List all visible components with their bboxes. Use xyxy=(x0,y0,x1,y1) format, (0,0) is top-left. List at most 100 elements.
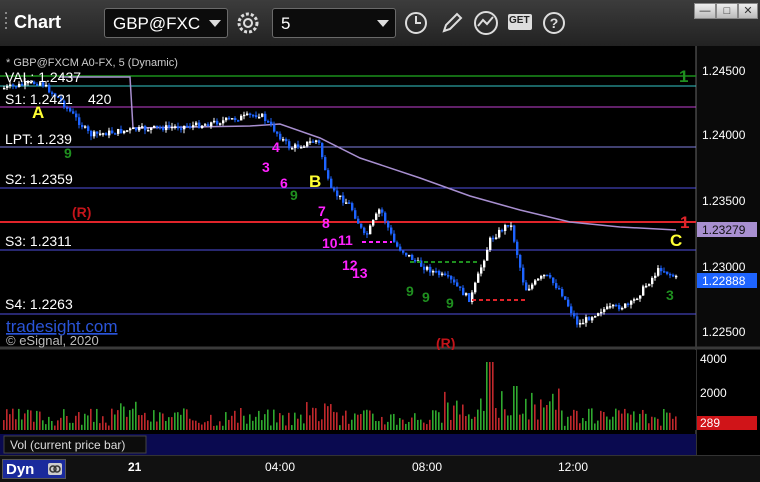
candle-body xyxy=(609,306,612,308)
volume-bar xyxy=(318,421,320,430)
candle-body xyxy=(99,133,102,135)
candle-body xyxy=(144,126,147,131)
volume-bar xyxy=(231,415,233,430)
volume-bar xyxy=(576,410,578,430)
volume-bar xyxy=(579,423,581,430)
volume-bar xyxy=(393,413,395,430)
volume-bar xyxy=(222,425,224,430)
candle-body xyxy=(210,122,213,127)
candle-body xyxy=(228,117,231,120)
candle-body xyxy=(630,300,633,305)
candle-body xyxy=(507,224,510,227)
candle-body xyxy=(111,130,114,134)
candle-body xyxy=(642,286,645,296)
grip-handle-icon[interactable] xyxy=(4,10,10,34)
candle-body xyxy=(519,254,522,268)
clock-icon[interactable] xyxy=(402,10,430,36)
candle-body xyxy=(456,282,459,287)
chevron-down-icon xyxy=(209,20,221,27)
candle-body xyxy=(636,298,639,301)
candle-body xyxy=(408,254,411,257)
volume-bar xyxy=(456,400,458,430)
minimize-icon[interactable]: — xyxy=(694,3,716,19)
candle-body xyxy=(615,304,618,307)
marker-c: C xyxy=(670,231,682,250)
candle-body xyxy=(516,241,519,255)
volume-bar xyxy=(513,386,515,430)
candle-body xyxy=(96,131,99,134)
volume-bar xyxy=(195,420,197,430)
volume-bar xyxy=(669,412,671,430)
candle-body xyxy=(585,317,588,323)
volume-bar xyxy=(24,413,26,430)
candle-body xyxy=(579,323,582,325)
candle-body xyxy=(582,322,585,325)
candle-body xyxy=(162,127,165,131)
window-title: Chart xyxy=(14,12,62,32)
volume-bar xyxy=(33,421,35,430)
interval-selector[interactable]: 5 xyxy=(272,8,396,38)
volume-bar xyxy=(192,420,194,430)
volume-bar xyxy=(636,422,638,430)
candle-body xyxy=(231,118,234,120)
td-count-label: 3 xyxy=(262,159,270,175)
volume-bar xyxy=(498,417,500,430)
volume-bar xyxy=(177,412,179,430)
volume-bar xyxy=(234,410,236,430)
close-icon[interactable]: ✕ xyxy=(738,3,758,19)
price-tick: 1.22500 xyxy=(702,325,746,339)
candle-body xyxy=(375,213,378,220)
candle-body xyxy=(603,309,606,312)
volume-bar xyxy=(81,424,83,430)
candle-body xyxy=(435,270,438,273)
link-icon[interactable] xyxy=(47,462,63,476)
volume-bar xyxy=(435,410,437,430)
candle-body xyxy=(204,124,207,126)
candle-body xyxy=(306,141,309,147)
candle-body xyxy=(312,141,315,143)
settings-gear-icon[interactable] xyxy=(234,10,262,36)
candle-body xyxy=(288,141,291,149)
get-data-icon[interactable]: GET xyxy=(508,14,532,30)
candle-body xyxy=(405,252,408,256)
last-price-label: 1.22888 xyxy=(702,274,746,288)
candle-body xyxy=(510,225,513,227)
candle-body xyxy=(273,124,276,132)
candle-body xyxy=(429,266,432,273)
line-chart-icon[interactable] xyxy=(472,10,500,36)
candle-body xyxy=(282,139,285,141)
candle-body xyxy=(402,250,405,253)
volume-bar xyxy=(612,416,614,430)
volume-bar xyxy=(243,415,245,430)
candle-body xyxy=(132,127,135,130)
candle-body xyxy=(558,288,561,290)
volume-bar xyxy=(519,414,521,430)
volume-bar xyxy=(561,410,563,430)
candle-body xyxy=(606,306,609,310)
volume-bar xyxy=(426,424,428,430)
volume-bar xyxy=(204,422,206,430)
volume-bar xyxy=(651,416,653,430)
volume-bar xyxy=(129,410,131,430)
volume-bar xyxy=(360,414,362,430)
volume-bar xyxy=(9,414,11,430)
help-icon[interactable]: ? xyxy=(540,10,568,36)
candle-body xyxy=(399,246,402,251)
candle-body xyxy=(303,146,306,148)
volume-bar xyxy=(501,391,503,430)
candle-body xyxy=(426,266,429,270)
symbol-selector[interactable]: GBP@FXC xyxy=(104,8,228,38)
volume-bar xyxy=(600,410,602,430)
restore-icon[interactable]: □ xyxy=(716,3,738,19)
price-tick: 1.23000 xyxy=(702,260,746,274)
pencil-icon[interactable] xyxy=(438,10,466,36)
volume-bar xyxy=(42,420,44,430)
volume-bar xyxy=(594,423,596,430)
candle-body xyxy=(660,268,663,272)
dynamic-mode-button[interactable]: Dyn xyxy=(2,459,66,479)
volume-bar xyxy=(534,404,536,430)
candle-body xyxy=(177,126,180,129)
candle-body xyxy=(186,125,189,128)
price-chart[interactable]: * GBP@FXCM A0-FX, 5 (Dynamic) VAL: 1.243… xyxy=(0,46,760,481)
td-count-label: 8 xyxy=(322,215,330,231)
